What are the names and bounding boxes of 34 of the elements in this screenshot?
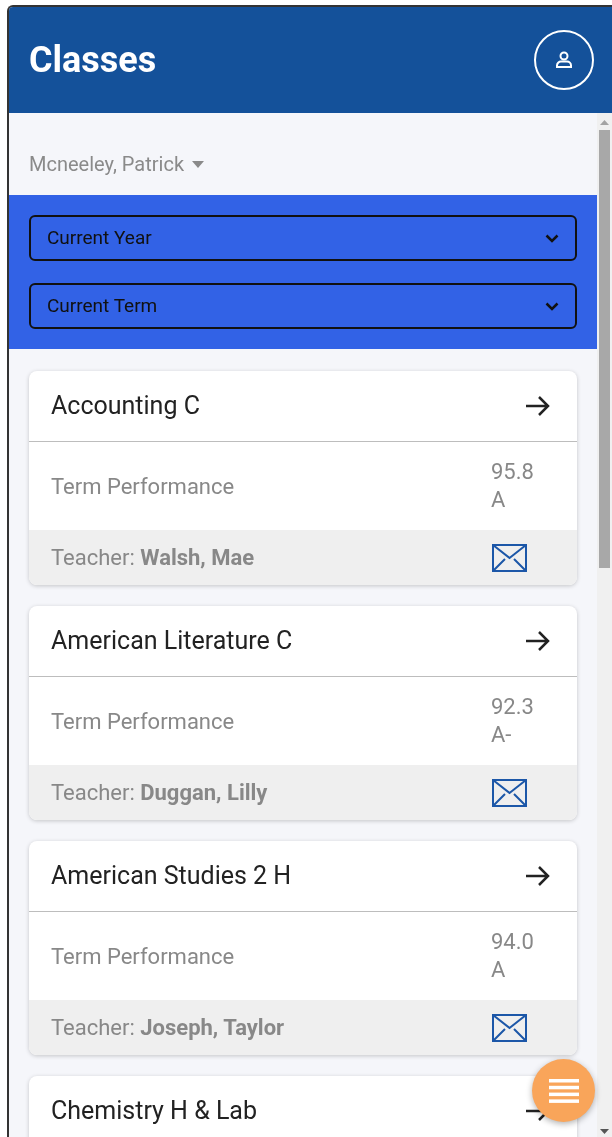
- score: 92.3: [491, 693, 535, 721]
- class-name: Accounting C: [51, 390, 200, 423]
- class-name: American Literature C: [51, 625, 293, 658]
- filter-dropdown[interactable]: Current Year: [29, 215, 577, 261]
- teacher-name: Teacher: Duggan, Lilly: [51, 779, 268, 807]
- caret-icon: [192, 160, 205, 168]
- menu-icon: [548, 1078, 579, 1103]
- performance-label: Term Performance: [51, 707, 235, 736]
- performance-label: Term Performance: [51, 942, 235, 971]
- class-name: American Studies 2 H: [51, 860, 292, 893]
- scrollbar-thumb[interactable]: [599, 130, 610, 568]
- envelope-icon[interactable]: [492, 1013, 527, 1042]
- teacher-name: Teacher: Walsh, Mae: [51, 544, 255, 572]
- score: 95.8: [491, 458, 535, 486]
- teacher-name: Teacher: Joseph, Taylor: [51, 1014, 285, 1042]
- envelope-icon[interactable]: [492, 778, 527, 807]
- scroll-down-icon[interactable]: [600, 1129, 609, 1134]
- grade: A: [491, 956, 507, 984]
- student-selector[interactable]: Mcneeley, Patrick: [29, 149, 205, 179]
- grade: A: [491, 486, 507, 514]
- arrow-right-icon[interactable]: [525, 865, 551, 887]
- profile-button[interactable]: [534, 30, 594, 90]
- performance-label: Term Performance: [51, 472, 235, 501]
- chevron-down-icon: [545, 233, 559, 243]
- grade: A-: [491, 721, 513, 749]
- page-title: Classes: [29, 38, 157, 83]
- arrow-right-icon[interactable]: [525, 630, 551, 652]
- filter-dropdown[interactable]: Current Term: [29, 283, 577, 329]
- scrollbar[interactable]: [597, 113, 612, 1137]
- arrow-right-icon[interactable]: [525, 395, 551, 417]
- class-name: Chemistry H & Lab: [51, 1095, 257, 1128]
- envelope-icon[interactable]: [492, 543, 527, 572]
- score: 94.0: [491, 928, 535, 956]
- chevron-down-icon: [545, 301, 559, 311]
